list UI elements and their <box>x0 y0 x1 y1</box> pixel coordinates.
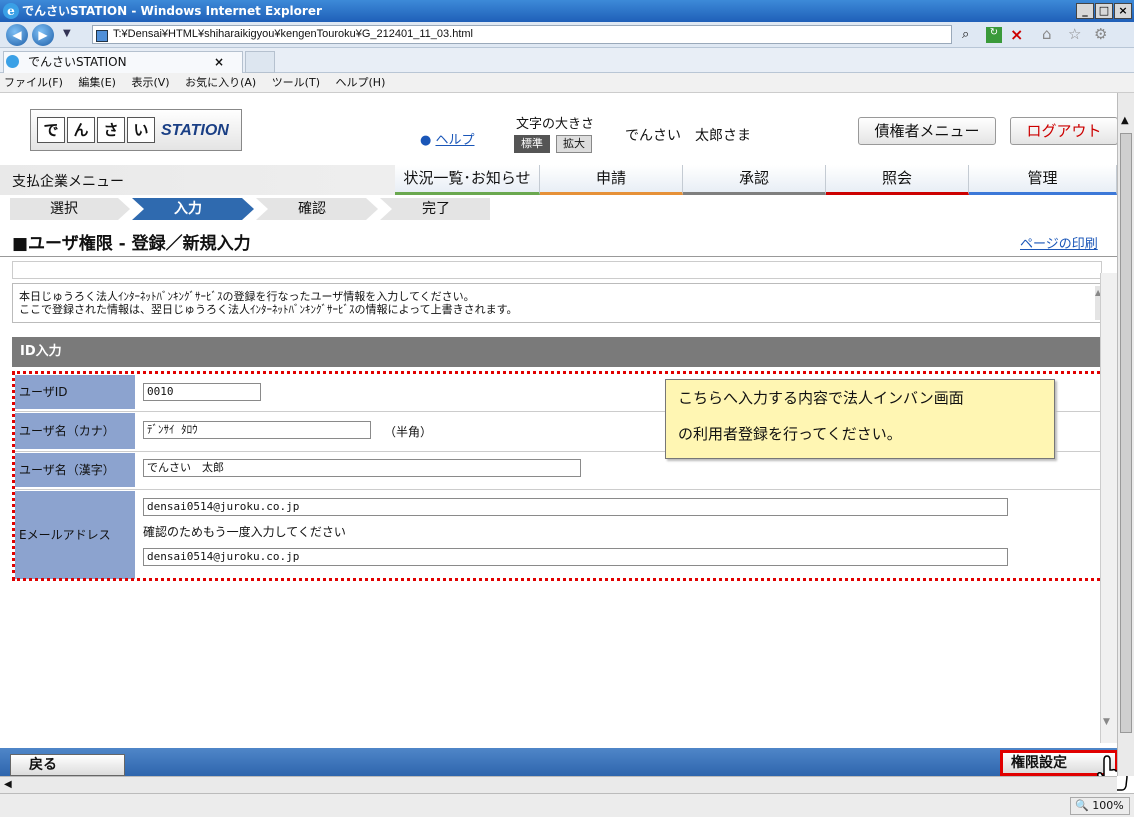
menu-help[interactable]: ヘルプ(H) <box>336 76 386 89</box>
page-title: ■ユーザ権限 - 登録／新規入力 <box>12 234 251 254</box>
callout-line: こちらへ入力する内容で法人インバン画面 <box>678 389 964 407</box>
step-select: 選択 <box>50 201 78 217</box>
window-title: でんさいSTATION - Windows Internet Explorer <box>22 4 322 18</box>
content-scrollbar[interactable]: ▼ <box>1100 273 1117 743</box>
ie-logo-icon: e <box>3 3 19 19</box>
permission-settings-label: 権限設定 <box>1011 755 1067 771</box>
minimize-icon[interactable]: _ <box>1076 3 1094 19</box>
tab-approve[interactable]: 承認 <box>683 165 826 195</box>
menu-bar: ファイル(F) 編集(E) 表示(V) お気に入り(A) ツール(T) ヘルプ(… <box>0 73 1134 93</box>
page-content: で ん さ い STATION ● ヘルプ 文字の大きさ 標準 拡大 でんさい … <box>0 93 1117 748</box>
favorites-star-icon[interactable]: ☆ <box>1068 25 1081 43</box>
horizontal-scrollbar[interactable]: ◀ <box>0 776 1117 793</box>
callout-line: の利用者登録を行ってください。 <box>678 425 902 443</box>
help-link-label: ヘルプ <box>435 133 475 148</box>
page-title-area: ■ユーザ権限 - 登録／新規入力 ページの印刷 <box>0 221 1117 257</box>
logout-button[interactable]: ログアウト <box>1010 117 1117 145</box>
site-header: で ん さ い STATION ● ヘルプ 文字の大きさ 標準 拡大 でんさい … <box>0 93 1117 165</box>
footer-bar: 戻る 権限設定 <box>0 748 1128 791</box>
message-area <box>12 261 1102 279</box>
home-icon[interactable]: ⌂ <box>1042 25 1052 43</box>
menu-tools[interactable]: ツール(T) <box>272 76 320 89</box>
status-bar: 🔍 100% <box>0 793 1134 817</box>
forward-arrow-icon[interactable]: ▶ <box>32 24 54 46</box>
compat-view-icon[interactable]: ↻ <box>986 27 1002 43</box>
scroll-thumb[interactable] <box>1120 133 1132 733</box>
menu-edit[interactable]: 編集(E) <box>78 76 116 89</box>
scroll-up-icon[interactable]: ▲ <box>1121 115 1129 126</box>
step-input: 入力 <box>174 201 202 217</box>
url-text: T:¥Densai¥HTML¥shiharaikigyou¥kengenTour… <box>113 28 473 40</box>
window-title-bar: でんさいSTATION - Windows Internet Explorer <box>0 0 1134 22</box>
creditor-menu-button[interactable]: 債権者メニュー <box>858 117 996 145</box>
tab-manage[interactable]: 管理 <box>969 165 1117 195</box>
vertical-scrollbar[interactable]: ▲ <box>1117 93 1134 776</box>
browser-tab[interactable]: でんさいSTATION × <box>3 51 243 73</box>
tab-ie-icon <box>6 55 19 68</box>
maximize-icon[interactable]: □ <box>1095 3 1113 19</box>
step-confirm: 確認 <box>298 201 326 217</box>
close-icon[interactable]: × <box>1114 3 1132 19</box>
back-button[interactable]: 戻る <box>10 754 125 776</box>
font-large-button[interactable]: 拡大 <box>556 135 592 153</box>
instruction-line: 本日じゅうろく法人ｲﾝﾀｰﾈｯﾄﾊﾞﾝｷﾝｸﾞｻｰﾋﾞｽの登録を行なったユーザ情… <box>19 290 475 303</box>
callout-note: こちらへ入力する内容で法人インバン画面 の利用者登録を行ってください。 <box>665 379 1055 459</box>
tab-apply[interactable]: 申請 <box>540 165 683 195</box>
zoom-level: 100% <box>1092 799 1124 812</box>
logo-char: さ <box>97 117 125 143</box>
help-link[interactable]: ● ヘルプ <box>420 129 475 148</box>
menu-view[interactable]: 表示(V) <box>131 76 169 89</box>
address-bar: ◀ ▶ ▼ T:¥Densai¥HTML¥shiharaikigyou¥keng… <box>0 22 1134 48</box>
history-dropdown-icon[interactable]: ▼ <box>63 28 71 39</box>
font-size-label: 文字の大きさ <box>516 117 595 132</box>
menu-title: 支払企業メニュー <box>12 174 124 190</box>
instruction-line: ここで登録された情報は、翌日じゅうろく法人ｲﾝﾀｰﾈｯﾄﾊﾞﾝｷﾝｸﾞｻｰﾋﾞｽ… <box>19 303 518 316</box>
step-indicator: 選択 入力 確認 完了 <box>0 195 1117 221</box>
logo-char: で <box>37 117 65 143</box>
tab-title: でんさいSTATION <box>28 55 127 69</box>
font-standard-button[interactable]: 標準 <box>514 135 550 153</box>
tab-inquiry[interactable]: 照会 <box>826 165 969 195</box>
menu-favorites[interactable]: お気に入り(A) <box>185 76 256 89</box>
user-name: でんさい 太郎さま <box>625 128 751 144</box>
help-arrow-icon: ● <box>420 133 432 148</box>
densai-logo: で ん さ い STATION <box>30 109 242 151</box>
url-input[interactable]: T:¥Densai¥HTML¥shiharaikigyou¥kengenTour… <box>92 25 952 44</box>
logo-char: ん <box>67 117 95 143</box>
zoom-icon: 🔍 <box>1075 799 1089 812</box>
tab-close-icon[interactable]: × <box>214 52 224 72</box>
stop-icon[interactable]: × <box>1010 25 1023 44</box>
back-arrow-icon[interactable]: ◀ <box>6 24 28 46</box>
scroll-left-icon[interactable]: ◀ <box>4 779 12 790</box>
instruction-box: 本日じゅうろく法人ｲﾝﾀｰﾈｯﾄﾊﾞﾝｷﾝｸﾞｻｰﾋﾞｽの登録を行なったユーザ情… <box>12 283 1102 323</box>
main-nav: 支払企業メニュー 状況一覧･お知らせ 申請 承認 照会 管理 <box>0 165 1117 195</box>
section-title: ID入力 <box>12 337 1102 367</box>
menu-file[interactable]: ファイル(F) <box>4 76 63 89</box>
print-link[interactable]: ページの印刷 <box>1020 233 1098 252</box>
logo-text: STATION <box>161 122 229 139</box>
tab-bar: でんさいSTATION × <box>0 48 1134 73</box>
new-tab-button[interactable] <box>245 51 275 73</box>
search-icon[interactable]: ⌕ <box>962 27 969 42</box>
step-complete: 完了 <box>422 201 450 217</box>
scroll-down-icon[interactable]: ▼ <box>1103 717 1110 727</box>
tab-status[interactable]: 状況一覧･お知らせ <box>395 165 540 195</box>
page-icon <box>96 30 108 42</box>
logo-char: い <box>127 117 155 143</box>
zoom-control[interactable]: 🔍 100% <box>1070 797 1130 815</box>
gear-icon[interactable]: ⚙ <box>1094 25 1107 43</box>
